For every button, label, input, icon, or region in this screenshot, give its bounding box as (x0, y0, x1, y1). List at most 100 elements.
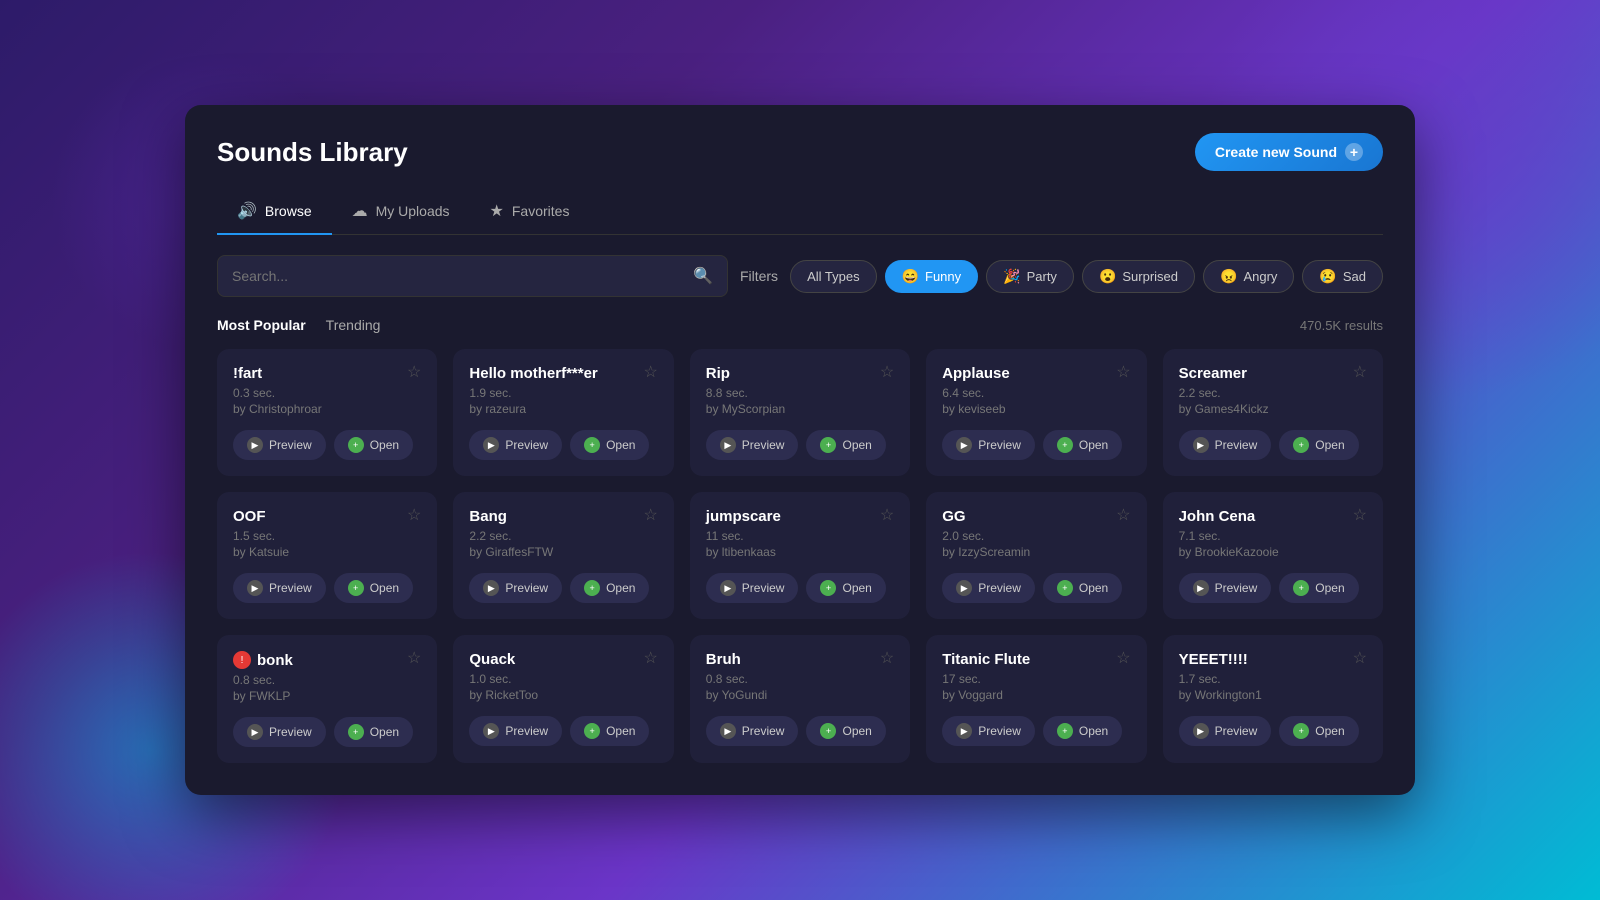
sound-card: John Cena ☆ 7.1 sec. by BrookieKazooie ▶… (1163, 492, 1383, 619)
sound-duration: 8.8 sec. (706, 386, 894, 400)
open-button[interactable]: + Open (806, 430, 885, 460)
page-title: Sounds Library (217, 137, 408, 168)
star-button[interactable]: ☆ (1116, 508, 1130, 524)
open-icon: + (1293, 437, 1309, 453)
preview-button[interactable]: ▶ Preview (233, 573, 326, 603)
preview-button[interactable]: ▶ Preview (233, 430, 326, 460)
open-button[interactable]: + Open (1279, 573, 1358, 603)
sound-author: by Voggard (942, 688, 1130, 702)
star-button[interactable]: ☆ (643, 651, 657, 667)
open-button[interactable]: + Open (334, 717, 413, 747)
star-button[interactable]: ☆ (1116, 365, 1130, 381)
star-button[interactable]: ☆ (1116, 651, 1130, 667)
tab-favorites-label: Favorites (512, 203, 570, 219)
card-top: !fart ☆ (233, 365, 421, 382)
open-button[interactable]: + Open (1043, 430, 1122, 460)
funny-icon: 😄 (902, 268, 919, 285)
open-button[interactable]: + Open (1279, 716, 1358, 746)
favorites-icon: ★ (490, 201, 504, 221)
star-button[interactable]: ☆ (643, 365, 657, 381)
sound-name: John Cena (1179, 508, 1256, 525)
star-button[interactable]: ☆ (407, 365, 421, 381)
sort-trending[interactable]: Trending (326, 317, 381, 333)
sound-name: Bang (469, 508, 507, 525)
open-button[interactable]: + Open (1279, 430, 1358, 460)
sound-name: Hello motherf***er (469, 365, 597, 382)
tab-my-uploads[interactable]: ☁ My Uploads (332, 191, 470, 235)
star-button[interactable]: ☆ (880, 508, 894, 524)
star-button[interactable]: ☆ (643, 508, 657, 524)
preview-button[interactable]: ▶ Preview (942, 573, 1035, 603)
open-label: Open (1079, 724, 1108, 738)
tab-browse[interactable]: 🔊 Browse (217, 191, 332, 235)
open-button[interactable]: + Open (1043, 716, 1122, 746)
preview-button[interactable]: ▶ Preview (942, 430, 1035, 460)
sound-duration: 1.7 sec. (1179, 672, 1367, 686)
chip-surprised[interactable]: 😮 Surprised (1082, 260, 1195, 293)
card-top: Bruh ☆ (706, 651, 894, 668)
preview-button[interactable]: ▶ Preview (469, 430, 562, 460)
star-button[interactable]: ☆ (880, 651, 894, 667)
star-button[interactable]: ☆ (407, 651, 421, 667)
open-button[interactable]: + Open (806, 716, 885, 746)
chip-surprised-label: Surprised (1122, 269, 1178, 284)
browse-icon: 🔊 (237, 201, 257, 221)
chip-angry[interactable]: 😠 Angry (1203, 260, 1294, 293)
open-button[interactable]: + Open (1043, 573, 1122, 603)
preview-label: Preview (978, 581, 1021, 595)
preview-button[interactable]: ▶ Preview (1179, 430, 1272, 460)
open-button[interactable]: + Open (806, 573, 885, 603)
sound-name: Quack (469, 651, 515, 668)
sound-name: !fart (233, 365, 262, 382)
preview-label: Preview (269, 581, 312, 595)
chip-funny[interactable]: 😄 Funny (885, 260, 979, 293)
tabs-row: 🔊 Browse ☁ My Uploads ★ Favorites (217, 191, 1383, 235)
card-actions: ▶ Preview + Open (1179, 573, 1367, 603)
star-button[interactable]: ☆ (880, 365, 894, 381)
card-actions: ▶ Preview + Open (469, 573, 657, 603)
card-actions: ▶ Preview + Open (706, 716, 894, 746)
star-button[interactable]: ☆ (1353, 365, 1367, 381)
open-icon: + (584, 723, 600, 739)
tab-favorites[interactable]: ★ Favorites (470, 191, 590, 235)
preview-button[interactable]: ▶ Preview (706, 573, 799, 603)
preview-button[interactable]: ▶ Preview (706, 430, 799, 460)
card-actions: ▶ Preview + Open (706, 573, 894, 603)
card-top: Quack ☆ (469, 651, 657, 668)
star-button[interactable]: ☆ (1353, 508, 1367, 524)
preview-button[interactable]: ▶ Preview (469, 716, 562, 746)
tab-browse-label: Browse (265, 203, 312, 219)
chip-party[interactable]: 🎉 Party (986, 260, 1074, 293)
sound-author: by Christophroar (233, 402, 421, 416)
chip-sad[interactable]: 😢 Sad (1302, 260, 1383, 293)
sound-name: Rip (706, 365, 730, 382)
open-label: Open (1315, 438, 1344, 452)
create-sound-button[interactable]: Create new Sound + (1195, 133, 1383, 171)
sound-author: by Katsuie (233, 545, 421, 559)
open-button[interactable]: + Open (570, 716, 649, 746)
sound-duration: 2.2 sec. (469, 529, 657, 543)
card-top: Applause ☆ (942, 365, 1130, 382)
sound-author: by ltibenkaas (706, 545, 894, 559)
preview-button[interactable]: ▶ Preview (233, 717, 326, 747)
open-button[interactable]: + Open (334, 573, 413, 603)
open-label: Open (606, 438, 635, 452)
preview-button[interactable]: ▶ Preview (942, 716, 1035, 746)
sound-card: GG ☆ 2.0 sec. by IzzyScreamin ▶ Preview … (926, 492, 1146, 619)
open-button[interactable]: + Open (570, 430, 649, 460)
plus-icon: + (1345, 143, 1363, 161)
search-input[interactable] (232, 268, 693, 284)
open-button[interactable]: + Open (334, 430, 413, 460)
sound-card: jumpscare ☆ 11 sec. by ltibenkaas ▶ Prev… (690, 492, 910, 619)
preview-button[interactable]: ▶ Preview (469, 573, 562, 603)
star-button[interactable]: ☆ (1353, 651, 1367, 667)
angry-icon: 😠 (1220, 268, 1237, 285)
preview-button[interactable]: ▶ Preview (1179, 716, 1272, 746)
star-button[interactable]: ☆ (407, 508, 421, 524)
open-button[interactable]: + Open (570, 573, 649, 603)
sort-most-popular[interactable]: Most Popular (217, 317, 306, 333)
preview-button[interactable]: ▶ Preview (1179, 573, 1272, 603)
open-icon: + (348, 437, 364, 453)
chip-all-types[interactable]: All Types (790, 260, 877, 293)
preview-button[interactable]: ▶ Preview (706, 716, 799, 746)
